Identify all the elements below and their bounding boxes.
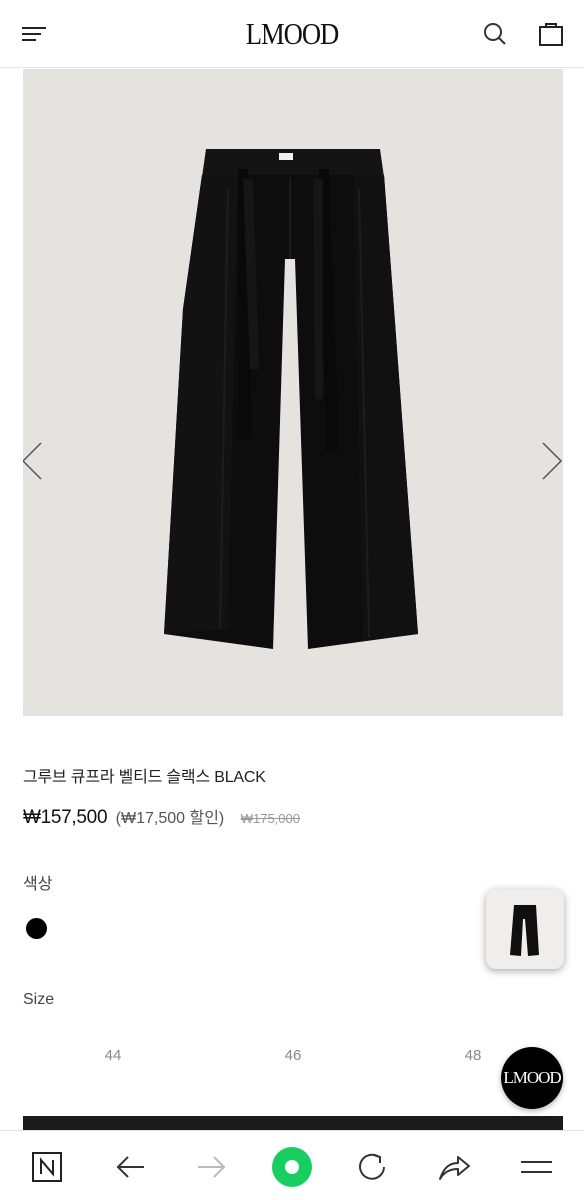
recent-product-thumbnail[interactable] <box>486 889 564 969</box>
color-label: 색상 <box>23 876 53 893</box>
price-row: ₩157,500 (₩17,500 할인) ₩175,000 <box>23 804 300 830</box>
size-label: Size <box>23 991 55 1008</box>
site-header: LMOOD <box>0 0 584 68</box>
search-icon[interactable] <box>480 19 510 49</box>
discount-amount: (₩17,500 할인) <box>115 810 225 827</box>
size-option[interactable]: 48 <box>443 1047 503 1064</box>
forward-arrow-icon[interactable] <box>192 1147 232 1187</box>
purchase-bar[interactable] <box>23 1116 563 1130</box>
site-logo[interactable]: LMOOD <box>41 12 543 56</box>
color-swatch-black[interactable] <box>26 918 47 939</box>
sale-price: ₩157,500 <box>23 807 108 828</box>
brand-chat-button[interactable]: LMOOD <box>501 1047 563 1109</box>
shopping-bag-icon[interactable] <box>536 19 566 49</box>
browser-toolbar <box>0 1130 584 1200</box>
chevron-right-icon[interactable] <box>537 439 563 483</box>
size-option[interactable]: 46 <box>263 1047 323 1064</box>
size-option[interactable]: 44 <box>83 1047 143 1064</box>
product-image-gallery[interactable] <box>23 69 563 716</box>
share-icon[interactable] <box>434 1147 474 1187</box>
green-dot-icon[interactable] <box>270 1145 314 1189</box>
chevron-left-icon[interactable] <box>23 439 49 483</box>
product-name: 그루브 큐프라 벨티드 슬랙스 BLACK <box>23 769 266 786</box>
naver-home-icon[interactable] <box>28 1147 68 1187</box>
back-arrow-icon[interactable] <box>110 1147 150 1187</box>
product-image <box>164 149 418 649</box>
refresh-icon[interactable] <box>352 1147 392 1187</box>
browser-menu-icon[interactable] <box>516 1147 556 1187</box>
original-price: ₩175,000 <box>240 811 300 826</box>
